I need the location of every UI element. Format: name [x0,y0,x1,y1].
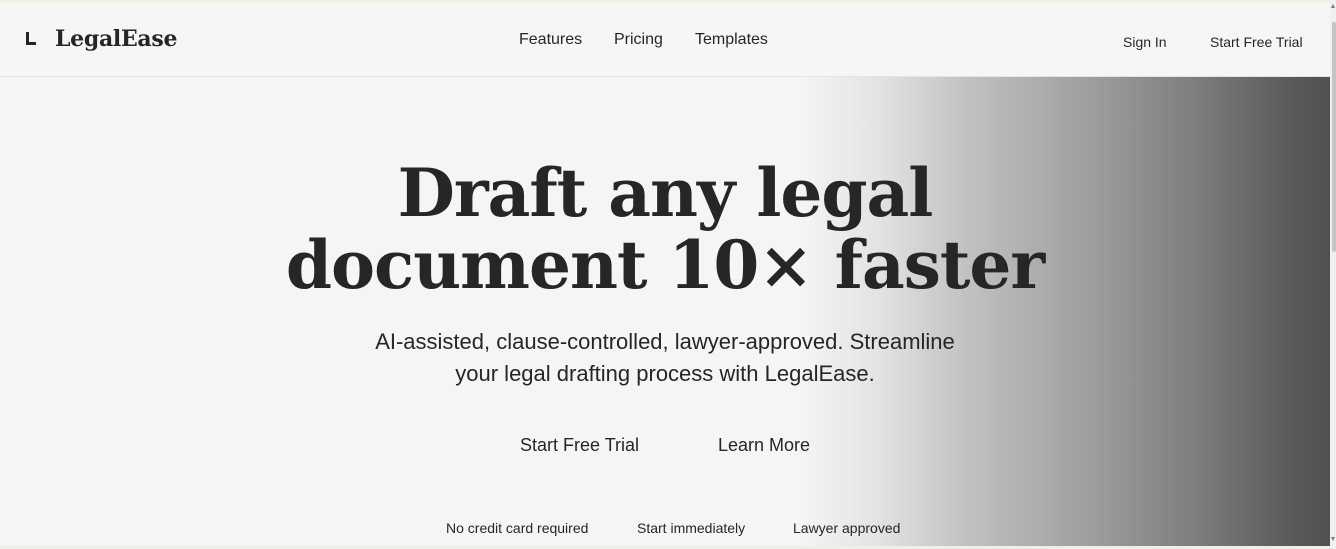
hero-title-line-2: document 10× faster [285,226,1045,304]
scrollbar-thumb[interactable] [1332,22,1336,252]
nav-link-templates[interactable]: Templates [695,29,768,51]
hero-subtitle-line-1: AI-assisted, clause-controlled, lawyer-a… [375,329,955,354]
hero-section: Draft any legal document 10× faster AI-a… [0,77,1330,547]
landing-page: LegalEase Features Pricing Templates Sig… [0,0,1336,549]
perk-item: Lawyer approved [793,520,901,536]
start-free-trial-button[interactable]: Start Free Trial [520,434,639,456]
site-header: LegalEase Features Pricing Templates Sig… [0,3,1330,77]
scroll-up-arrow-icon[interactable] [1331,4,1335,8]
perk-item: Start immediately [637,520,746,536]
hero-subtitle-line-2: your legal drafting process with LegalEa… [455,361,875,386]
nav-link-pricing[interactable]: Pricing [614,29,663,51]
scroll-down-arrow-icon[interactable] [1331,537,1335,541]
perks-list: No credit card required Start immediatel… [0,519,1330,537]
hero-subtitle: AI-assisted, clause-controlled, lawyer-a… [315,326,1015,390]
perk-item: No credit card required [446,520,589,536]
hero-title-line-1: Draft any legal [397,154,934,232]
sign-in-link[interactable]: Sign In [1123,33,1167,51]
nav-link-features[interactable]: Features [519,29,582,51]
header-start-trial-link[interactable]: Start Free Trial [1210,33,1303,51]
learn-more-button[interactable]: Learn More [718,434,810,456]
hero-title: Draft any legal document 10× faster [215,157,1115,301]
